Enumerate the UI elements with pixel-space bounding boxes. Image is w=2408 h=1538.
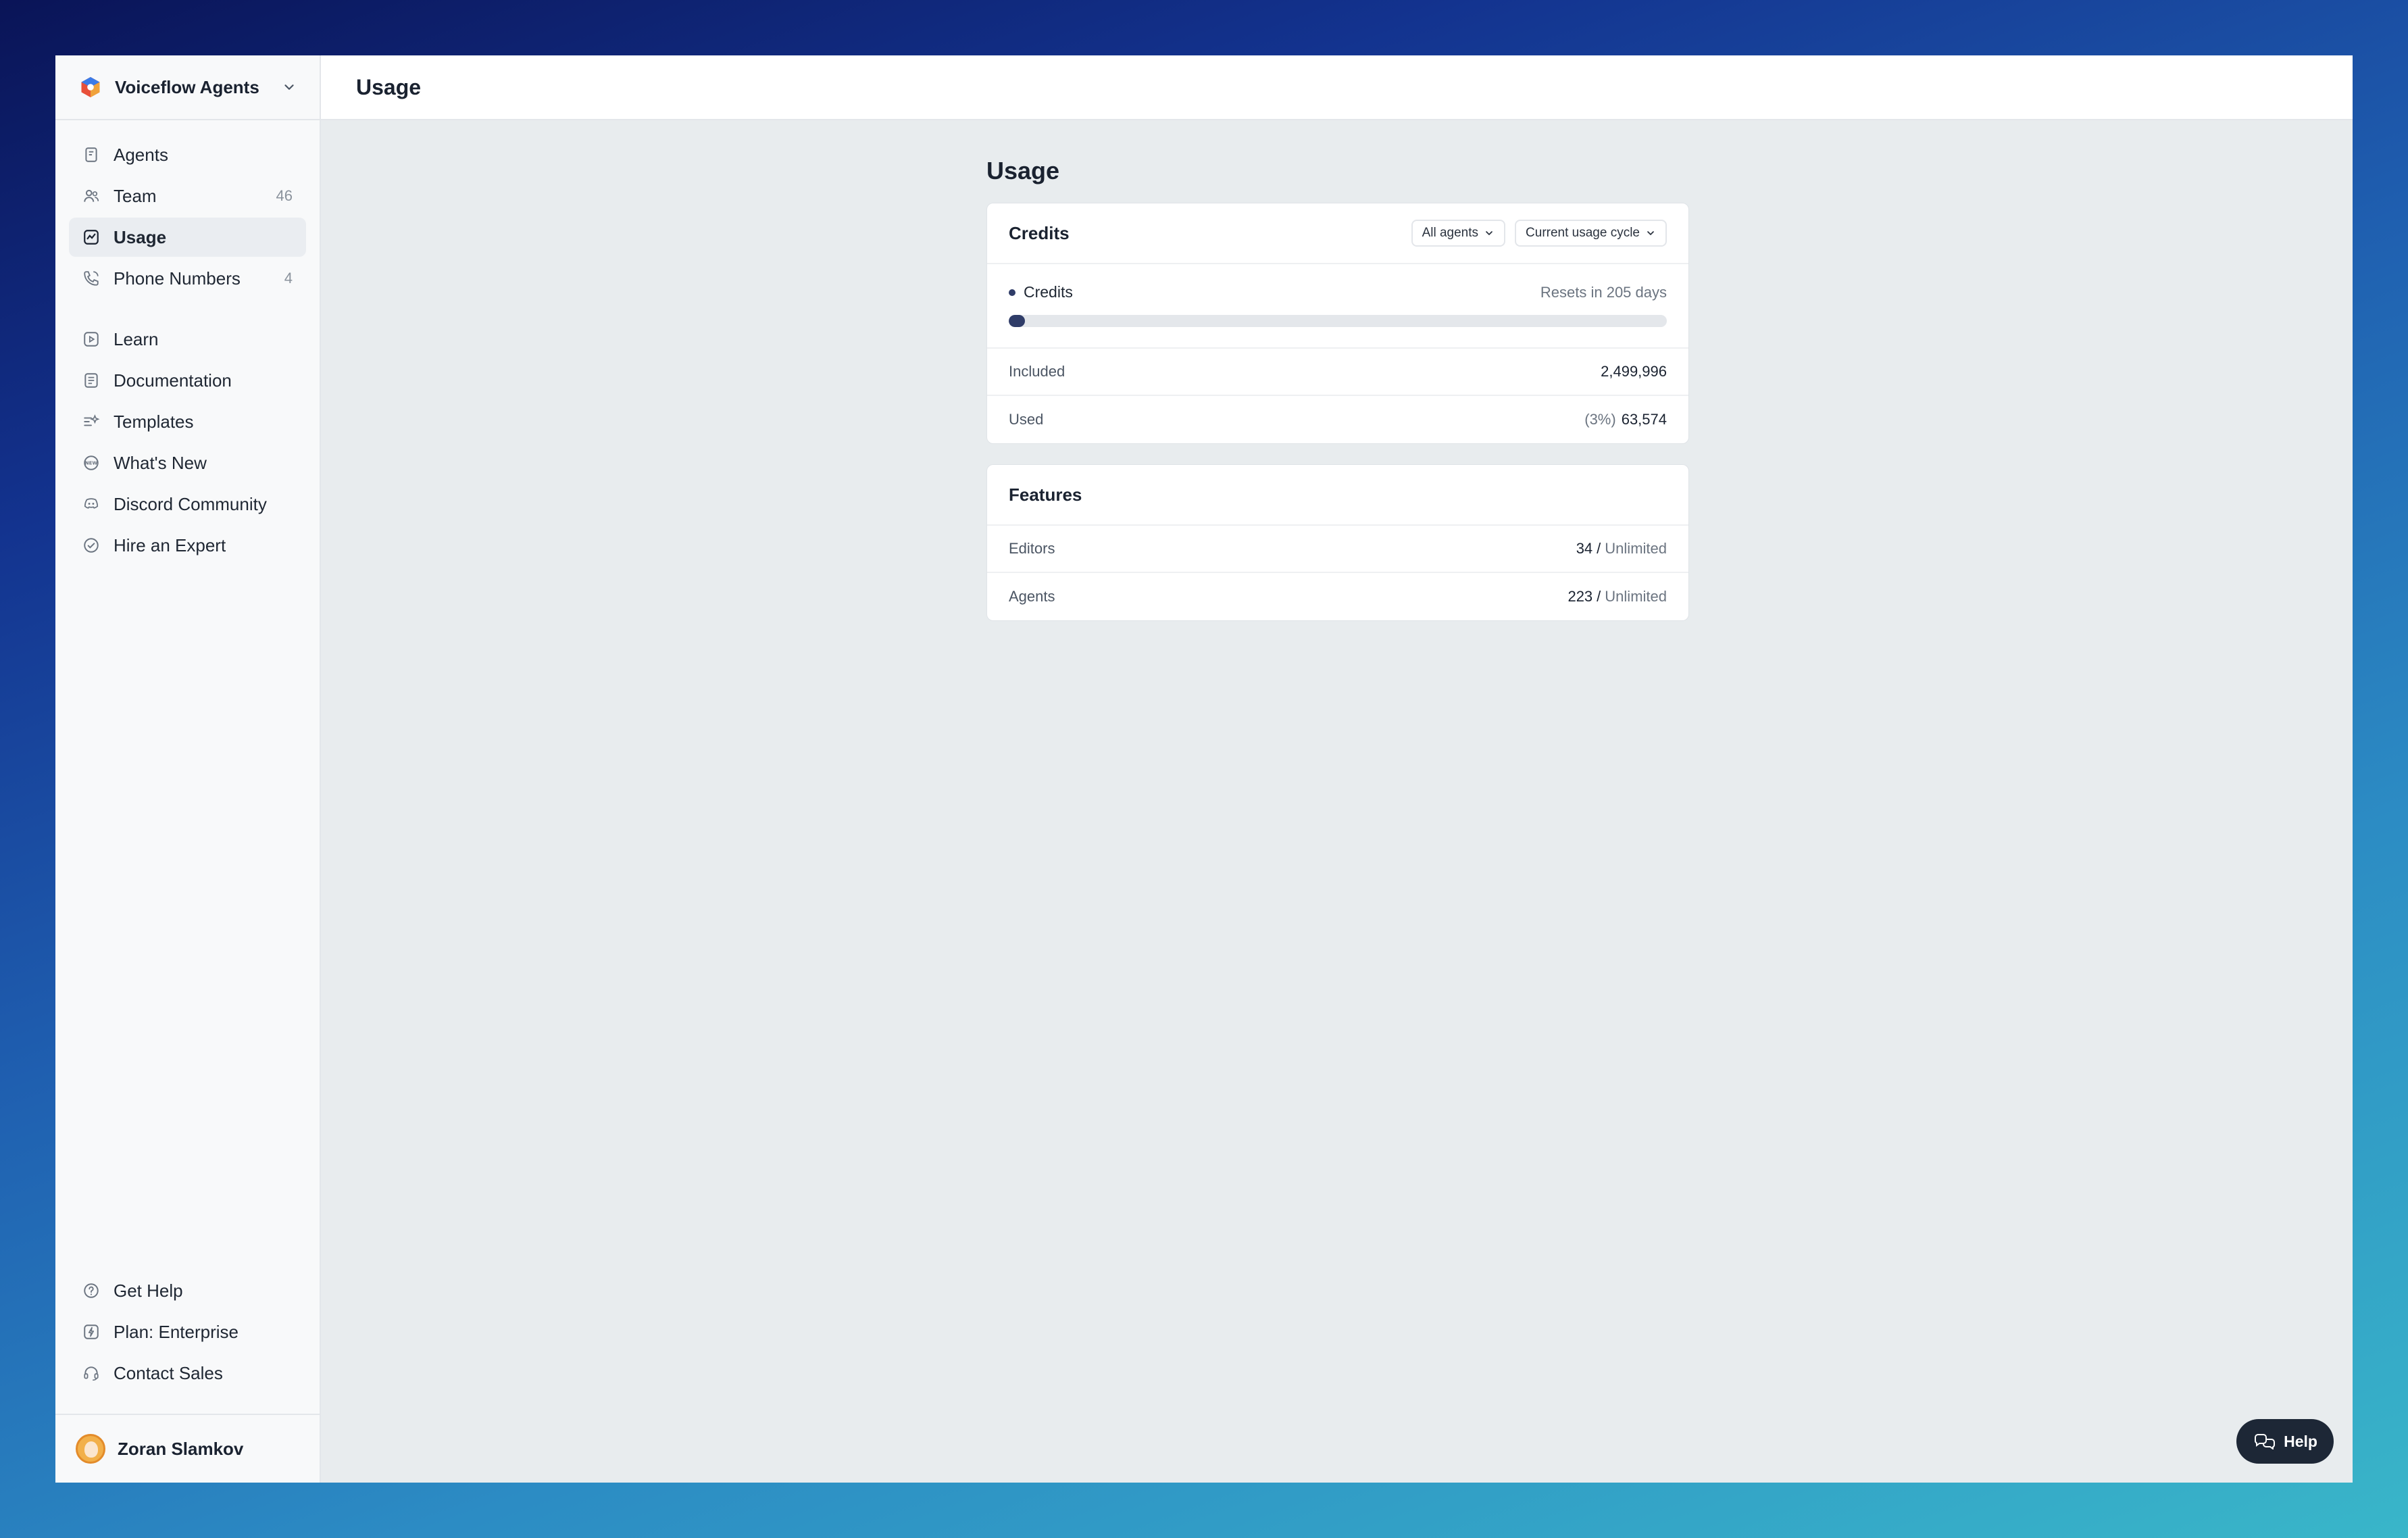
sidebar-nav: Agents Team 46 Usage Phone Numbers 4 Lea… [55,120,320,587]
phone-count-badge: 4 [284,270,293,287]
feature-separator: / [1597,588,1601,605]
sidebar-bottom-nav: Get Help Plan: Enterprise Contact Sales [69,1271,306,1395]
phone-icon [84,271,99,286]
agents-filter-dropdown[interactable]: All agents [1411,220,1506,247]
app-window: Voiceflow Agents Agents Team 46 Usage Ph… [55,55,2353,1483]
included-label: Included [1009,363,1065,380]
credits-card: Credits All agents Current usage cycle C… [986,203,1689,444]
sidebar-item-learn[interactable]: Learn [69,320,306,359]
expert-icon [84,538,99,553]
usage-content: Usage Credits All agents Current usage c… [986,157,1689,641]
workspace-name: Voiceflow Agents [115,76,259,97]
credits-legend-dot [1009,289,1015,296]
sidebar-item-whats-new[interactable]: NEW What's New [69,443,306,482]
headset-icon [84,1366,99,1381]
workspace-switcher[interactable]: Voiceflow Agents [55,55,320,120]
features-card: Features Editors 34 / Unlimited Agents 2… [986,464,1689,621]
documentation-icon [84,373,98,388]
primary-nav: Agents Team 46 Usage Phone Numbers 4 [69,135,306,298]
chat-bubbles-icon [2255,1434,2276,1449]
sidebar-item-label: What's New [114,452,207,473]
sidebar-item-get-help[interactable]: Get Help [69,1271,306,1310]
page-title: Usage [986,157,1060,184]
feature-value: 34 [1576,540,1593,557]
sidebar-item-hire-an-expert[interactable]: Hire an Expert [69,526,306,565]
sidebar-item-label: Templates [114,411,194,432]
included-value: 2,499,996 [1601,363,1667,380]
sidebar-item-team[interactable]: Team 46 [69,176,306,216]
sidebar-item-label: Hire an Expert [114,535,226,555]
sidebar-item-documentation[interactable]: Documentation [69,361,306,400]
credits-progress-bar [1009,315,1667,327]
credits-legend-label: Credits [1024,283,1073,301]
plan-icon [84,1324,99,1339]
learn-icon [84,332,99,347]
sidebar-item-plan[interactable]: Plan: Enterprise [69,1312,306,1351]
voiceflow-logo-icon [81,77,100,97]
credits-progress-fill [1009,315,1026,327]
features-card-header: Features [987,465,1688,526]
sidebar-item-label: Get Help [114,1280,183,1301]
sidebar-item-label: Team [114,185,157,206]
sidebar-item-usage[interactable]: Usage [69,218,306,257]
feature-row-agents: Agents 223 / Unlimited [987,573,1688,620]
sidebar-item-phone-numbers[interactable]: Phone Numbers 4 [69,259,306,298]
secondary-nav: Learn Documentation Templates NEW What's… [69,320,306,565]
sidebar-item-label: Learn [114,328,159,349]
templates-icon [84,414,100,426]
main-area: Usage Usage Credits All agents Current u… [321,55,2353,1483]
sidebar-item-label: Documentation [114,370,232,391]
whats-new-icon: NEW [84,455,99,470]
agents-icon [85,147,97,162]
credits-card-title: Credits [1009,222,1070,243]
help-button[interactable]: Help [2236,1419,2334,1464]
feature-label: Editors [1009,540,1055,557]
feature-separator: / [1597,540,1601,557]
credits-progress-section: Credits Resets in 205 days [987,264,1688,349]
help-circle-icon [84,1283,99,1298]
chevron-down-icon [284,84,294,90]
sidebar-item-templates[interactable]: Templates [69,402,306,441]
help-button-label: Help [2284,1432,2317,1450]
included-row: Included 2,499,996 [987,349,1688,396]
usage-icon [84,230,99,245]
team-icon [84,189,99,202]
sidebar: Voiceflow Agents Agents Team 46 Usage Ph… [55,55,321,1483]
feature-value: 223 [1567,588,1593,605]
sidebar-item-agents[interactable]: Agents [69,135,306,174]
sidebar-item-contact-sales[interactable]: Contact Sales [69,1354,306,1393]
sidebar-item-label: Phone Numbers [114,268,241,289]
used-row: Used (3%) 63,574 [987,396,1688,443]
avatar [76,1434,105,1464]
usage-cycle-dropdown[interactable]: Current usage cycle [1515,220,1667,247]
sidebar-item-label: Contact Sales [114,1362,223,1383]
top-bar: Usage [321,55,2353,120]
discord-icon [84,498,99,509]
feature-limit: Unlimited [1605,540,1667,557]
sidebar-item-label: Discord Community [114,493,267,514]
sidebar-item-label: Usage [114,226,167,247]
used-value: 63,574 [1621,411,1667,428]
used-percent: (3%) [1584,411,1616,428]
user-menu[interactable]: Zoran Slamkov [55,1414,320,1483]
header-title: Usage [356,74,422,99]
chevron-down-icon [1647,231,1654,235]
credits-legend-row: Credits Resets in 205 days [1009,283,1667,301]
usage-cycle-value: Current usage cycle [1526,226,1640,240]
used-label: Used [1009,411,1044,428]
feature-label: Agents [1009,588,1055,605]
features-card-title: Features [1009,484,1082,505]
team-count-badge: 46 [276,187,293,204]
sidebar-item-label: Plan: Enterprise [114,1321,239,1342]
sidebar-item-label: Agents [114,144,168,165]
agents-filter-value: All agents [1422,226,1479,240]
chevron-down-icon [1486,231,1493,235]
feature-limit: Unlimited [1605,588,1667,605]
sidebar-item-discord-community[interactable]: Discord Community [69,485,306,524]
credits-reset-text: Resets in 205 days [1540,283,1667,301]
feature-row-editors: Editors 34 / Unlimited [987,526,1688,573]
credits-card-header: Credits All agents Current usage cycle [987,203,1688,264]
svg-text:NEW: NEW [85,460,98,466]
user-name: Zoran Slamkov [118,1438,244,1459]
